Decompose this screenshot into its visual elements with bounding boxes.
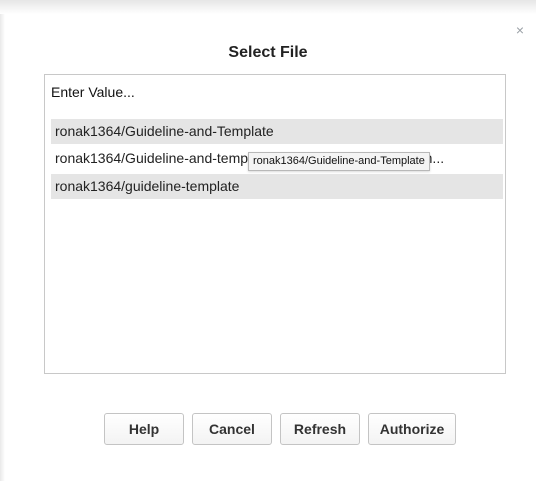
file-list[interactable]: Enter Value... ronak1364/Guideline-and-T… <box>44 74 506 374</box>
dialog-top-edge <box>0 0 536 14</box>
authorize-button[interactable]: Authorize <box>368 413 456 445</box>
dialog-left-edge <box>0 14 5 481</box>
value-input-placeholder[interactable]: Enter Value... <box>51 84 135 100</box>
dialog-title: Select File <box>228 44 308 61</box>
refresh-button[interactable]: Refresh <box>280 413 360 445</box>
list-item[interactable]: ronak1364/guideline-template <box>51 174 503 199</box>
item-tooltip: ronak1364/Guideline-and-Template <box>248 152 430 171</box>
close-icon[interactable]: × <box>513 23 527 37</box>
cancel-button[interactable]: Cancel <box>192 413 272 445</box>
list-item[interactable]: ronak1364/Guideline-and-Template <box>51 119 503 144</box>
select-file-dialog: × Select File Enter Value... ronak1364/G… <box>0 0 536 481</box>
help-button[interactable]: Help <box>104 413 184 445</box>
